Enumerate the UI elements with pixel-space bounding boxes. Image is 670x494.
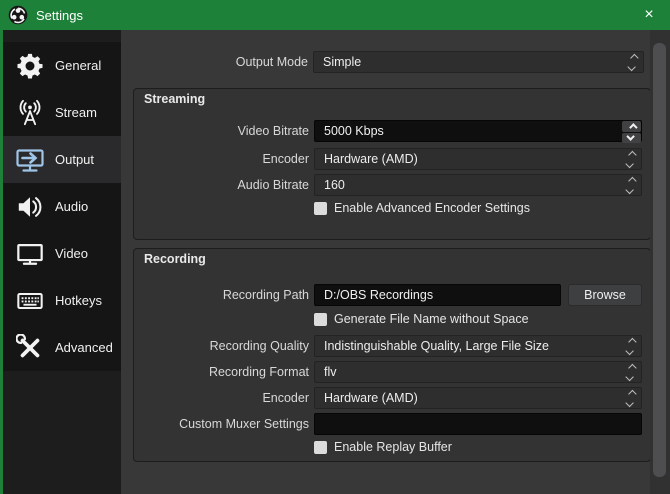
- recording-path-input[interactable]: D:/OBS Recordings: [314, 284, 561, 306]
- close-icon[interactable]: ×: [628, 0, 670, 30]
- sidebar-item-stream[interactable]: Stream: [3, 89, 121, 136]
- stream-encoder-label: Encoder: [262, 152, 309, 166]
- browse-button[interactable]: Browse: [568, 284, 642, 306]
- tools-icon: [15, 333, 45, 363]
- recording-quality-label: Recording Quality: [209, 339, 309, 353]
- no-space-checkbox[interactable]: [314, 312, 327, 326]
- obs-logo-icon: [8, 5, 28, 25]
- custom-muxer-input[interactable]: [314, 413, 642, 435]
- output-mode-label: Output Mode: [235, 55, 308, 69]
- chevron-up-down-icon: [621, 362, 641, 382]
- scrollbar-thumb[interactable]: [653, 43, 666, 477]
- no-space-checkbox-label: Generate File Name without Space: [334, 312, 529, 326]
- stream-encoder-select[interactable]: Hardware (AMD): [314, 148, 642, 170]
- settings-sidebar: General Stream Output Audio Video Hotkey…: [3, 30, 121, 494]
- output-settings-panel: Output Mode Simple Streaming Video Bitra…: [121, 30, 670, 494]
- chevron-up-down-icon: [621, 175, 641, 195]
- chevron-up-down-icon: [621, 388, 641, 408]
- advanced-encoder-checkbox-label: Enable Advanced Encoder Settings: [334, 201, 530, 215]
- scrollbar-track[interactable]: [650, 30, 670, 494]
- sidebar-item-label: Audio: [55, 199, 89, 214]
- spinner-buttons[interactable]: [622, 121, 641, 143]
- recording-quality-select[interactable]: Indistinguishable Quality, Large File Si…: [314, 335, 642, 357]
- chevron-up-down-icon: [621, 336, 641, 356]
- sidebar-item-label: Output: [55, 152, 95, 167]
- sidebar-item-audio[interactable]: Audio: [3, 183, 121, 230]
- output-mode-select[interactable]: Simple: [313, 51, 644, 73]
- chevron-up-down-icon: [621, 149, 641, 169]
- replay-buffer-checkbox-row: Enable Replay Buffer: [314, 440, 452, 454]
- window-title: Settings: [36, 7, 83, 23]
- sidebar-item-hotkeys[interactable]: Hotkeys: [3, 277, 121, 324]
- sidebar-item-video[interactable]: Video: [3, 230, 121, 277]
- advanced-encoder-checkbox[interactable]: [314, 201, 327, 215]
- titlebar: Settings ×: [0, 0, 670, 30]
- chevron-up-down-icon: [623, 52, 643, 72]
- replay-buffer-checkbox[interactable]: [314, 440, 327, 454]
- sidebar-item-label: General: [55, 58, 102, 73]
- recording-group: Recording Recording Path D:/OBS Recordin…: [133, 248, 651, 462]
- sidebar-item-label: Video: [55, 246, 89, 261]
- sidebar-item-general[interactable]: General: [3, 42, 121, 89]
- broadcast-icon: [15, 98, 45, 128]
- sidebar-item-label: Stream: [55, 105, 97, 120]
- recording-format-select[interactable]: flv: [314, 361, 642, 383]
- recording-encoder-select[interactable]: Hardware (AMD): [314, 387, 642, 409]
- output-monitor-icon: [15, 145, 45, 175]
- video-bitrate-input[interactable]: 5000 Kbps: [314, 120, 642, 143]
- keyboard-icon: [15, 286, 45, 316]
- recording-format-label: Recording Format: [208, 365, 309, 379]
- streaming-group: Streaming Video Bitrate 5000 Kbps Encode…: [133, 88, 651, 240]
- sidebar-item-advanced[interactable]: Advanced: [3, 324, 121, 371]
- no-space-checkbox-row: Generate File Name without Space: [314, 312, 529, 326]
- video-bitrate-label: Video Bitrate: [237, 124, 309, 138]
- settings-window: Settings × General Stream Output Audio V…: [0, 0, 670, 494]
- recording-path-label: Recording Path: [222, 288, 309, 302]
- sidebar-item-output[interactable]: Output: [3, 136, 121, 183]
- gear-icon: [15, 51, 45, 81]
- custom-muxer-label: Custom Muxer Settings: [179, 417, 309, 431]
- speaker-icon: [15, 192, 45, 222]
- recording-group-title: Recording: [144, 252, 206, 266]
- streaming-group-title: Streaming: [144, 92, 206, 106]
- sidebar-item-label: Hotkeys: [55, 293, 102, 308]
- audio-bitrate-select[interactable]: 160: [314, 174, 642, 196]
- replay-buffer-checkbox-label: Enable Replay Buffer: [334, 440, 452, 454]
- sidebar-item-label: Advanced: [55, 340, 113, 355]
- recording-encoder-label: Encoder: [262, 391, 309, 405]
- advanced-encoder-checkbox-row: Enable Advanced Encoder Settings: [314, 201, 530, 215]
- spin-down-icon[interactable]: [622, 132, 641, 143]
- monitor-icon: [15, 239, 45, 269]
- spin-up-icon[interactable]: [622, 121, 641, 132]
- audio-bitrate-label: Audio Bitrate: [237, 178, 309, 192]
